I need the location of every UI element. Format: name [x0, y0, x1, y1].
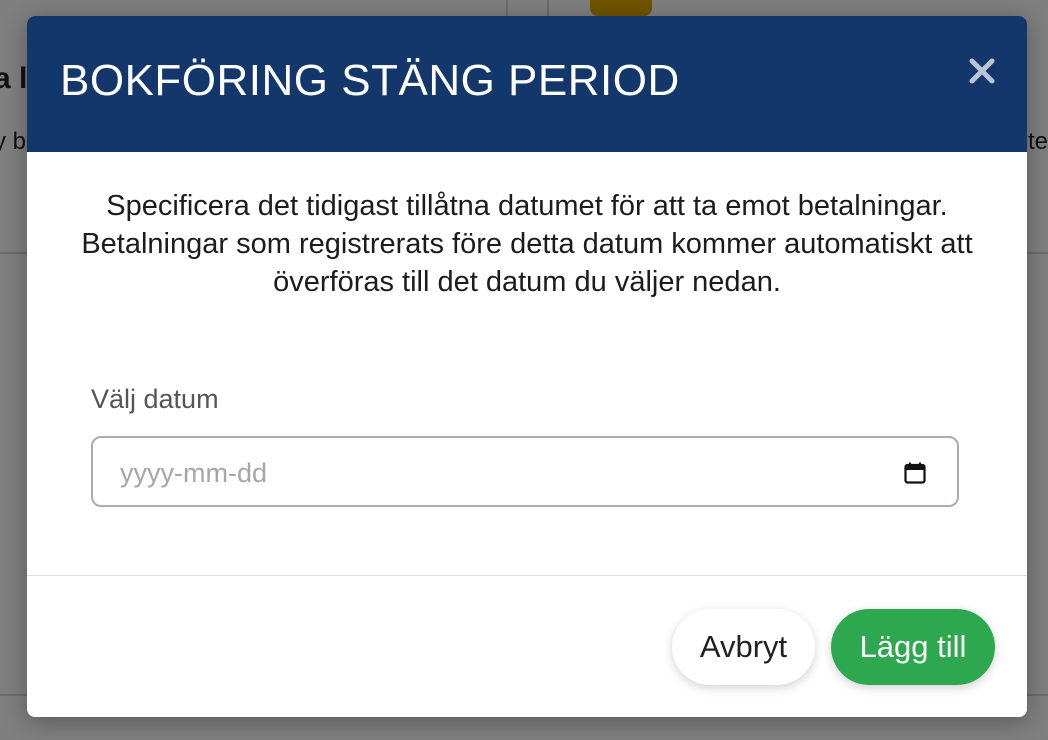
date-placeholder: yyyy-mm-dd — [120, 458, 267, 488]
close-button[interactable] — [965, 54, 999, 88]
add-button[interactable]: Lägg till — [831, 609, 995, 685]
footer-divider — [27, 575, 1027, 576]
date-input[interactable]: yyyy-mm-dd — [91, 436, 959, 507]
close-period-dialog: BOKFÖRING STÄNG PERIOD Specificera det t… — [27, 16, 1027, 717]
calendar-icon[interactable] — [903, 461, 927, 485]
dialog-title: BOKFÖRING STÄNG PERIOD — [60, 56, 680, 105]
cancel-button[interactable]: Avbryt — [672, 609, 815, 685]
dialog-description: Specificera det tidigast tillåtna datume… — [81, 190, 973, 298]
dialog-header: BOKFÖRING STÄNG PERIOD — [27, 16, 1027, 152]
close-icon — [969, 58, 995, 84]
date-field-label: Välj datum — [91, 384, 219, 414]
